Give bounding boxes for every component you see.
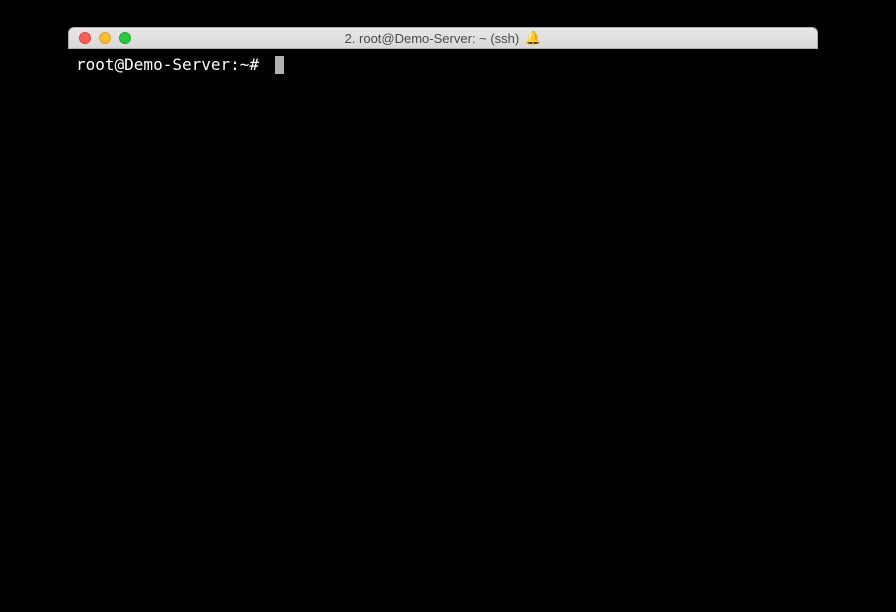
cursor: [275, 56, 284, 74]
minimize-button[interactable]: [99, 32, 111, 44]
traffic-lights: [69, 28, 131, 48]
terminal-body[interactable]: root@Demo-Server:~#: [68, 49, 818, 584]
window-title: 2. root@Demo-Server: ~ (ssh): [345, 31, 520, 46]
window-titlebar[interactable]: 2. root@Demo-Server: ~ (ssh) 🔔: [68, 27, 818, 49]
prompt-line: root@Demo-Server:~#: [76, 55, 810, 74]
zoom-button[interactable]: [119, 32, 131, 44]
title-area: 2. root@Demo-Server: ~ (ssh) 🔔: [69, 28, 817, 48]
close-button[interactable]: [79, 32, 91, 44]
shell-prompt: root@Demo-Server:~#: [76, 55, 269, 74]
bell-icon: 🔔: [525, 30, 541, 46]
